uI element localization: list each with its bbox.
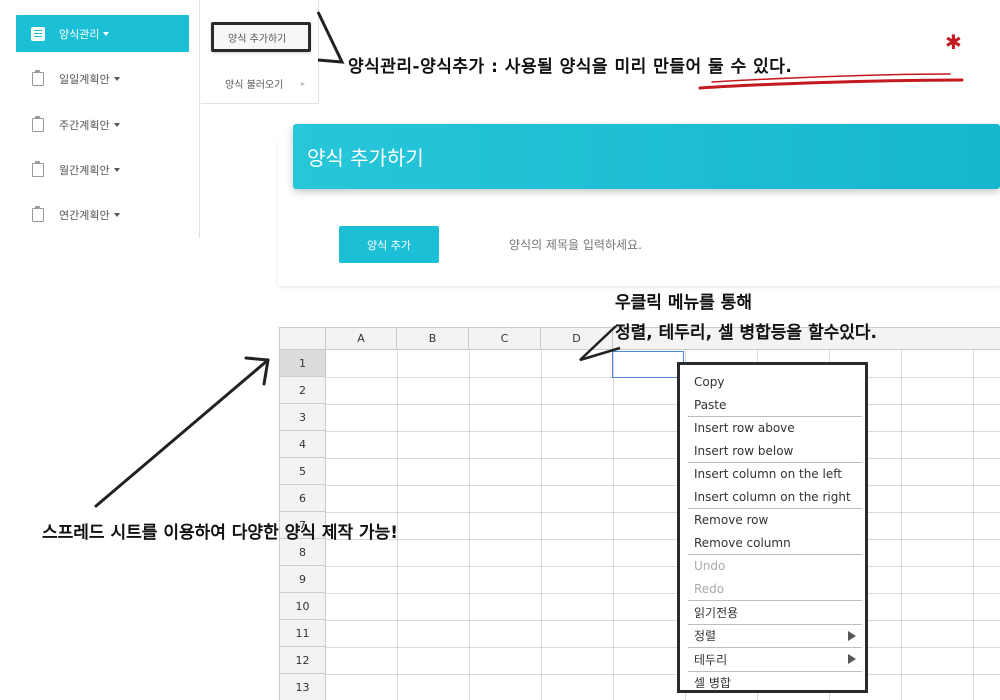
grid-line [326,431,1000,432]
star-icon: ✱ [945,30,962,54]
grid-line [326,539,1000,540]
submenu-item-label: 양식 추가하기 [228,33,287,45]
row-header[interactable]: 4 [280,431,326,458]
column-header[interactable]: B [397,328,469,350]
chevron-right-icon: ▸ [300,78,305,88]
menu-item-merge-cells[interactable]: 셀 병합 [686,672,862,695]
grid-line [326,674,1000,675]
row-header[interactable]: 3 [280,404,326,431]
submenu-item-add-form[interactable]: 양식 추가하기 [211,22,311,52]
grid-line [326,593,1000,594]
grid-line [326,458,1000,459]
column-header[interactable]: A [326,328,397,350]
book-icon [30,26,46,42]
caret-down-icon [103,31,110,36]
sidebar-item-monthly-plan[interactable]: 월간계획안 [16,151,189,188]
row-header[interactable]: 2 [280,377,326,404]
column-header[interactable]: C [469,328,541,350]
sidebar-item-label: 연간계획안 [59,208,110,222]
form-submenu: 양식 추가하기 양식 불러오기 ▸ [201,0,319,104]
row-header[interactable]: 10 [280,593,326,620]
menu-item-borders[interactable]: 테두리 [686,648,862,671]
sidebar-item-yearly-plan[interactable]: 연간계획안 [16,196,189,233]
sidebar-item-label: 월간계획안 [59,163,110,177]
sidebar-item-label: 주간계획안 [59,118,110,132]
row-header[interactable]: 9 [280,566,326,593]
grid-line [326,647,1000,648]
sidebar-item-label: 양식관리 [59,27,100,41]
corner-header[interactable] [280,328,326,350]
grid-line [326,566,1000,567]
grid-line [326,485,1000,486]
menu-item-redo: Redo [694,581,725,596]
sidebar-item-label: 일일계획안 [59,72,110,86]
grid-line [326,620,1000,621]
sidebar-item-weekly-plan[interactable]: 주간계획안 [16,106,189,143]
menu-item-insert-row-below[interactable]: Insert row below [686,440,862,463]
menu-item-remove-column[interactable]: Remove column [686,532,862,555]
clipboard-icon [30,205,46,223]
row-header[interactable]: 12 [280,647,326,674]
menu-item-alignment[interactable]: 정렬 [686,625,862,648]
menu-item-insert-column-right[interactable]: Insert column on the right [686,486,862,509]
selected-cell[interactable] [612,351,684,378]
annotation-note-top: 양식관리-양식추가 : 사용될 양식을 미리 만들어 둘 수 있다. [348,57,793,77]
annotation-note-right: 우클릭 메뉴를 통해 [615,293,752,313]
grid-line [326,512,1000,513]
form-title-input[interactable] [500,226,940,263]
caret-down-icon [113,212,120,217]
triangle-right-icon [848,654,856,664]
sidebar: 양식관리 일일계획안 주간계획안 월간계획안 연간계획안 [0,0,200,238]
annotation-pointer-line [316,11,345,64]
menu-item-undo: Undo [694,559,726,574]
row-header[interactable]: 13 [280,674,326,700]
menu-item-insert-column-left[interactable]: Insert column on the left [686,463,862,486]
menu-item-remove-row[interactable]: Remove row [686,509,862,532]
annotation-arrowhead [244,356,270,386]
clipboard-icon [30,160,46,178]
row-header[interactable]: 6 [280,485,326,512]
menu-item-read-only[interactable]: 읽기전용 [686,601,862,624]
triangle-right-icon [848,630,856,641]
annotation-arrow [94,358,270,508]
add-form-button[interactable]: 양식 추가 [339,226,439,263]
annotation-note-right: 정렬, 테두리, 셀 병합등을 할수있다. [615,323,878,343]
grid-line [326,404,1000,405]
spreadsheet[interactable]: A B C D 1 2 3 4 5 6 7 8 9 10 11 12 13 [279,327,1000,700]
app-root: { "sidebar": { "items": [ {"label": "양식관… [0,0,1000,700]
submenu-item-load-form[interactable]: 양식 불러오기 ▸ [211,68,311,98]
page-title: 양식 추가하기 [293,124,1000,189]
menu-item-label: 정렬 [694,629,717,644]
context-menu: Copy Paste Insert row above Insert row b… [677,362,868,693]
menu-item-paste[interactable]: Paste [686,394,862,417]
row-header[interactable]: 11 [280,620,326,647]
clipboard-icon [30,69,46,87]
menu-item-insert-row-above[interactable]: Insert row above [686,417,862,440]
row-header[interactable]: 8 [280,539,326,566]
annotation-underline [698,78,964,90]
caret-down-icon [113,122,120,127]
row-header[interactable]: 1 [280,350,326,377]
clipboard-icon [30,115,46,133]
sidebar-item-daily-plan[interactable]: 일일계획안 [16,60,189,97]
menu-item-label: 테두리 [694,652,728,667]
sidebar-item-form-management[interactable]: 양식관리 [16,15,189,52]
column-header[interactable]: D [541,328,613,350]
menu-item-copy[interactable]: Copy [686,371,862,394]
annotation-note-left: 스프레드 시트를 이용하여 다양한 양식 제작 가능! [42,523,399,543]
submenu-item-label: 양식 불러오기 [225,79,284,91]
row-header[interactable]: 5 [280,458,326,485]
caret-down-icon [113,76,120,81]
caret-down-icon [113,167,120,172]
